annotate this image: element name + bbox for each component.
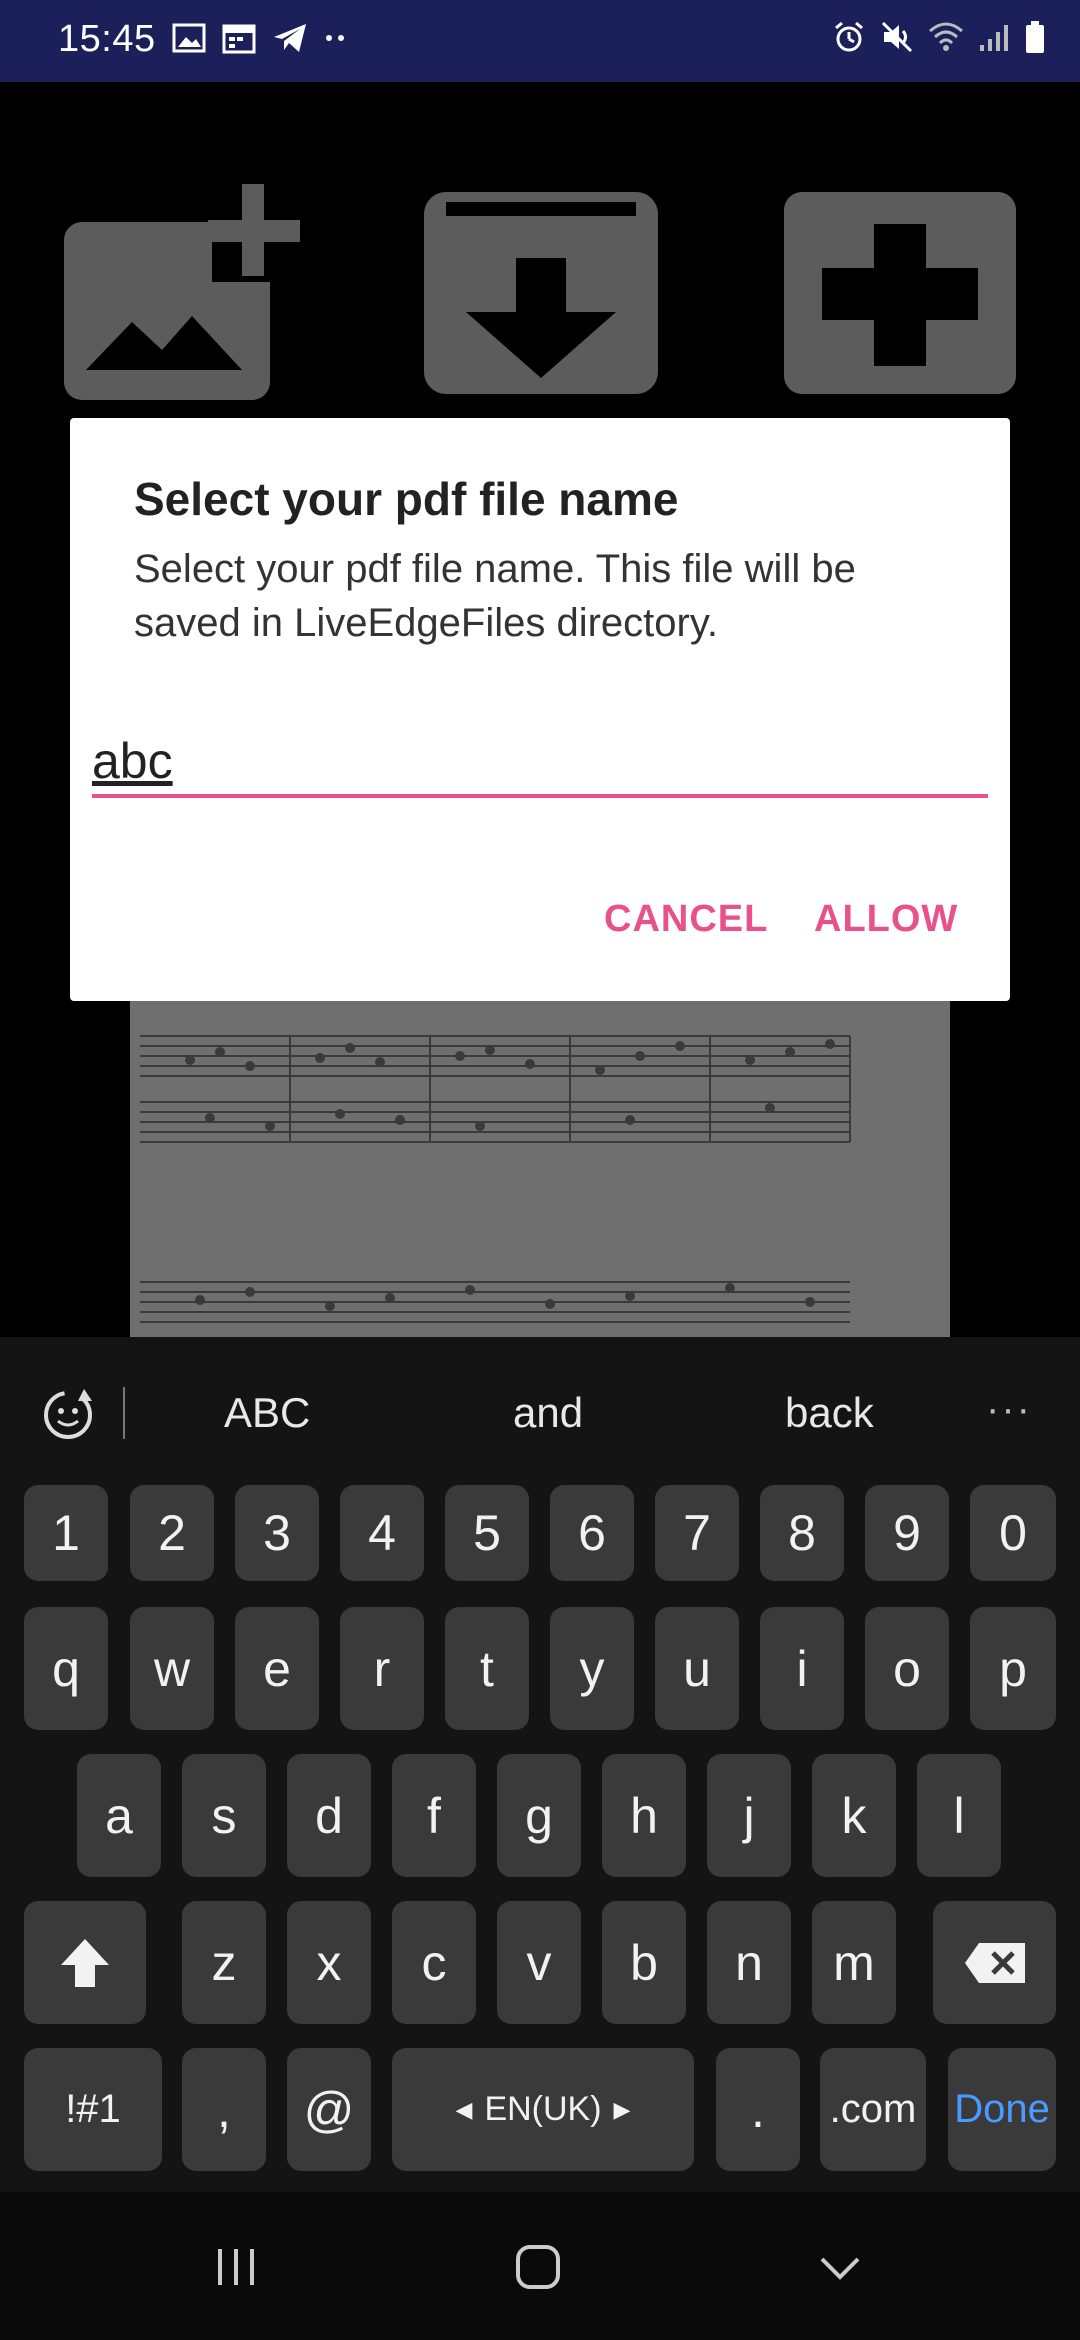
status-bar: 15:45 <box>0 0 1080 82</box>
back-icon <box>820 2257 860 2280</box>
allow-button[interactable]: ALLOW <box>800 888 972 951</box>
pdf-preview-sheet-music <box>130 1000 950 1337</box>
recent-apps-icon <box>218 2249 254 2285</box>
key-k[interactable]: k <box>812 1754 896 1877</box>
key-o[interactable]: o <box>865 1607 949 1730</box>
mute-icon <box>881 21 913 53</box>
key-1[interactable]: 1 <box>24 1485 108 1581</box>
dotcom-key[interactable]: .com <box>820 2048 926 2171</box>
status-right-icons <box>832 20 1046 54</box>
calendar-icon <box>222 24 256 54</box>
key-2[interactable]: 2 <box>130 1485 214 1581</box>
dialog-title: Select your pdf file name <box>134 473 679 525</box>
at-key[interactable]: @ <box>287 2048 371 2171</box>
status-left-icons <box>172 22 348 54</box>
suggestion-1[interactable]: ABC <box>224 1389 310 1437</box>
signal-icon <box>980 25 1008 51</box>
key-z[interactable]: z <box>182 1901 266 2024</box>
shift-key[interactable] <box>24 1901 146 2024</box>
key-l[interactable]: l <box>917 1754 1001 1877</box>
key-p[interactable]: p <box>970 1607 1056 1730</box>
key-u[interactable]: u <box>655 1607 739 1730</box>
key-0[interactable]: 0 <box>970 1485 1056 1581</box>
key-4[interactable]: 4 <box>340 1485 424 1581</box>
home-button[interactable] <box>498 2232 578 2302</box>
cancel-button[interactable]: CANCEL <box>590 888 782 951</box>
language-prev-icon: ◀ <box>455 2096 473 2122</box>
key-3[interactable]: 3 <box>235 1485 319 1581</box>
key-b[interactable]: b <box>602 1901 686 2024</box>
backspace-key[interactable] <box>933 1901 1056 2024</box>
key-6[interactable]: 6 <box>550 1485 634 1581</box>
home-icon <box>516 2245 560 2289</box>
key-7[interactable]: 7 <box>655 1485 739 1581</box>
suggestion-3[interactable]: back <box>785 1389 874 1437</box>
image-icon <box>172 23 206 53</box>
file-name-dialog: Select your pdf file name Select your pd… <box>70 418 1010 1001</box>
suggestion-bar: ABC and back ··· <box>0 1337 1080 1487</box>
add-icon[interactable] <box>782 182 1032 402</box>
key-y[interactable]: y <box>550 1607 634 1730</box>
back-button[interactable] <box>800 2232 880 2302</box>
download-archive-icon[interactable] <box>420 182 670 402</box>
key-5[interactable]: 5 <box>445 1485 529 1581</box>
key-x[interactable]: x <box>287 1901 371 2024</box>
key-m[interactable]: m <box>812 1901 896 2024</box>
key-s[interactable]: s <box>182 1754 266 1877</box>
shift-icon <box>61 1938 109 1987</box>
keyboard-settings-icon[interactable] <box>36 1383 100 1447</box>
telegram-icon <box>274 24 306 52</box>
dialog-message: Select your pdf file name. This file wil… <box>134 547 856 645</box>
done-key[interactable]: Done <box>948 2048 1056 2171</box>
symbols-key[interactable]: !#1 <box>24 2048 162 2171</box>
key-v[interactable]: v <box>497 1901 581 2024</box>
file-name-input[interactable] <box>92 728 988 798</box>
suggestion-divider <box>123 1387 125 1439</box>
comma-key[interactable]: , <box>182 2048 266 2171</box>
more-dots-icon <box>326 35 344 41</box>
key-a[interactable]: a <box>77 1754 161 1877</box>
recent-apps-button[interactable] <box>196 2232 276 2302</box>
key-i[interactable]: i <box>760 1607 844 1730</box>
battery-icon <box>1026 21 1044 53</box>
space-language-label: EN(UK) <box>484 2090 602 2128</box>
navigation-bar <box>0 2192 1080 2340</box>
language-next-icon: ▶ <box>613 2096 631 2122</box>
key-d[interactable]: d <box>287 1754 371 1877</box>
key-t[interactable]: t <box>445 1607 529 1730</box>
key-c[interactable]: c <box>392 1901 476 2024</box>
key-j[interactable]: j <box>707 1754 791 1877</box>
key-w[interactable]: w <box>130 1607 214 1730</box>
alarm-icon <box>835 21 863 52</box>
keyboard: ABC and back ··· 1 2 3 4 5 6 7 8 9 0 q w… <box>0 1337 1080 2192</box>
key-h[interactable]: h <box>602 1754 686 1877</box>
status-time: 15:45 <box>58 18 156 60</box>
wifi-icon <box>929 22 963 51</box>
backspace-icon <box>964 1942 1025 1983</box>
period-key[interactable]: . <box>716 2048 800 2171</box>
key-n[interactable]: n <box>707 1901 791 2024</box>
key-q[interactable]: q <box>24 1607 108 1730</box>
key-9[interactable]: 9 <box>865 1485 949 1581</box>
key-r[interactable]: r <box>340 1607 424 1730</box>
space-key[interactable]: ◀ EN(UK) ▶ <box>392 2048 694 2171</box>
key-8[interactable]: 8 <box>760 1485 844 1581</box>
more-suggestions-icon[interactable]: ··· <box>986 1387 1032 1432</box>
suggestion-2[interactable]: and <box>513 1389 583 1437</box>
key-e[interactable]: e <box>235 1607 319 1730</box>
add-image-icon[interactable] <box>62 182 312 402</box>
key-f[interactable]: f <box>392 1754 476 1877</box>
key-g[interactable]: g <box>497 1754 581 1877</box>
